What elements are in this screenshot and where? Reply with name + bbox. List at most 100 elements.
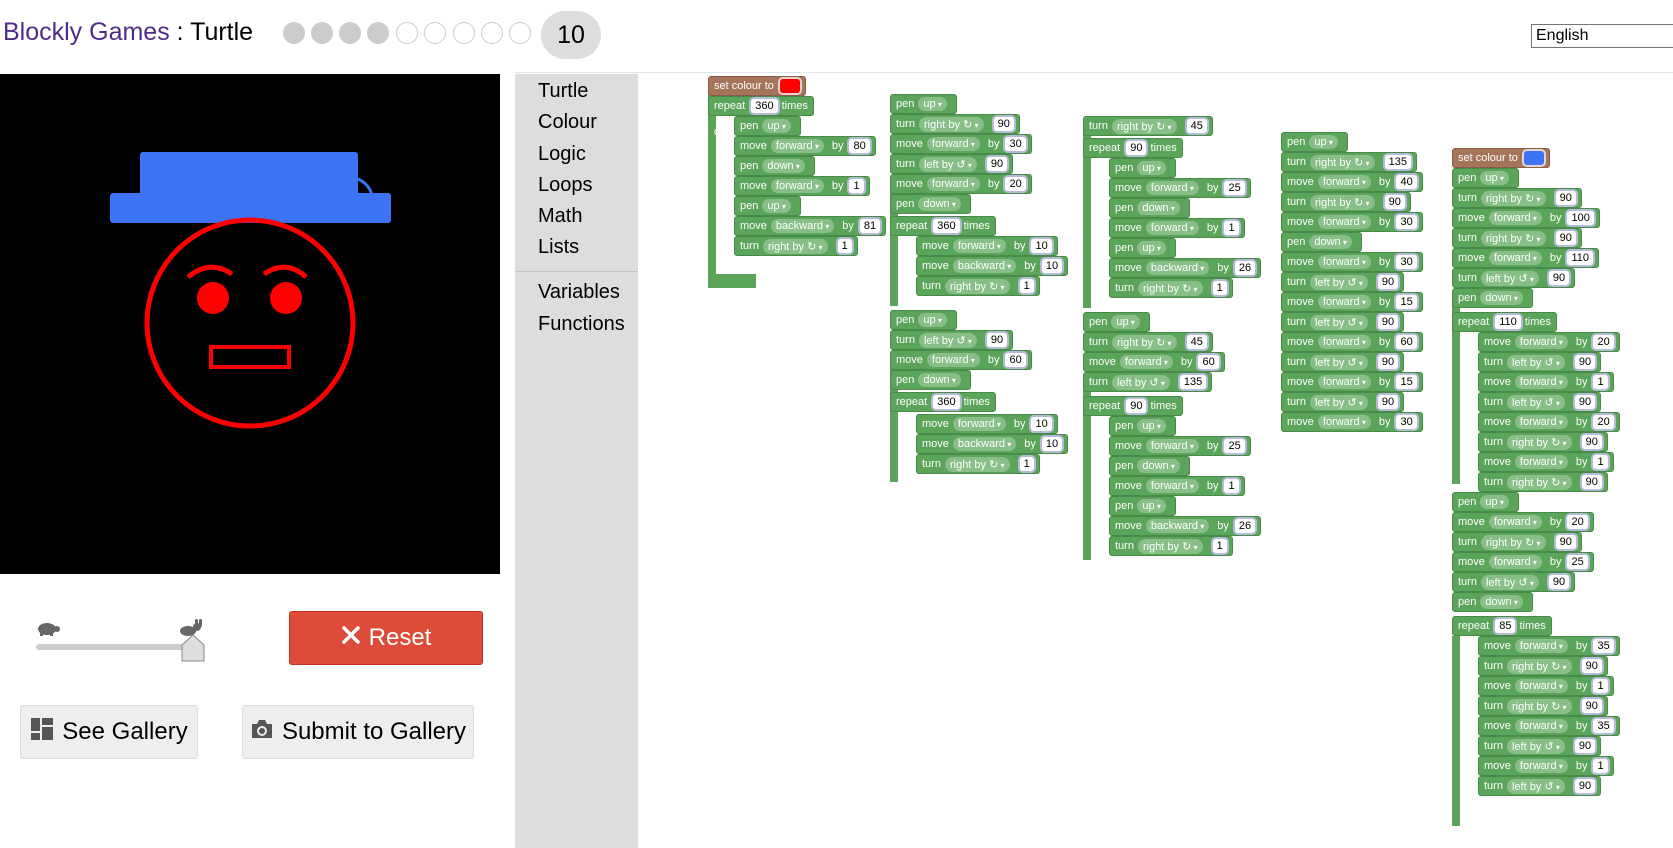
code-block[interactable]: moveforward by 35 xyxy=(1478,636,1620,656)
block-dropdown[interactable]: up xyxy=(1480,171,1509,185)
block-dropdown[interactable]: right by ↻ xyxy=(1506,434,1572,450)
code-block[interactable]: turnleft by ↺ 90 xyxy=(1281,352,1405,372)
block-dropdown[interactable]: forward xyxy=(1317,375,1371,389)
block-dropdown[interactable]: forward xyxy=(1488,515,1542,529)
block-dropdown[interactable]: right by ↻ xyxy=(1480,190,1546,206)
block-number-field[interactable]: 90 xyxy=(1548,271,1570,285)
code-block[interactable]: moveforward by 15 xyxy=(1281,292,1423,312)
block-dropdown[interactable]: left by ↺ xyxy=(1506,778,1565,794)
block-dropdown[interactable]: forward xyxy=(1514,455,1568,469)
code-block[interactable]: pen down xyxy=(890,370,971,390)
code-block[interactable]: pen down xyxy=(1452,592,1533,612)
toolbox-variables[interactable]: Variables xyxy=(538,281,620,304)
block-dropdown[interactable]: up xyxy=(918,97,947,111)
block-number-field[interactable]: 90 xyxy=(1581,435,1602,449)
code-block[interactable]: repeat 85 times xyxy=(1452,616,1552,636)
block-number-field[interactable]: 10 xyxy=(1031,239,1052,253)
code-block[interactable]: moveforward by 25 xyxy=(1109,178,1251,198)
block-number-field[interactable]: 10 xyxy=(1041,259,1063,273)
code-block[interactable]: moveforward by 1 xyxy=(1478,452,1614,472)
block-dropdown[interactable]: forward xyxy=(1488,555,1542,569)
code-block[interactable]: pen down xyxy=(890,194,971,214)
block-dropdown[interactable]: down xyxy=(1137,201,1180,215)
block-dropdown[interactable]: left by ↺ xyxy=(1506,394,1565,410)
block-number-field[interactable]: 80 xyxy=(849,139,870,153)
block-number-field[interactable]: 25 xyxy=(1567,555,1588,569)
block-dropdown[interactable]: left by ↺ xyxy=(918,332,977,348)
block-dropdown[interactable]: forward xyxy=(1514,719,1568,733)
block-number-field[interactable]: 1 xyxy=(1593,679,1608,693)
reset-button[interactable]: Reset xyxy=(289,611,483,665)
block-number-field[interactable]: 20 xyxy=(1005,177,1026,191)
block-dropdown[interactable]: forward xyxy=(1317,215,1371,229)
block-dropdown[interactable]: up xyxy=(762,119,791,133)
block-number-field[interactable]: 20 xyxy=(1593,335,1614,349)
block-number-field[interactable]: 1 xyxy=(1019,279,1034,293)
block-number-field[interactable]: 90 xyxy=(1384,195,1405,209)
code-block[interactable]: pen up xyxy=(1109,238,1176,258)
code-block[interactable]: movebackward by 26 xyxy=(1109,258,1262,278)
block-dropdown[interactable]: up xyxy=(1309,135,1338,149)
block-dropdown[interactable]: right by ↻ xyxy=(1506,474,1572,490)
code-block[interactable]: movebackward by 81 xyxy=(734,216,887,236)
block-number-field[interactable]: 90 xyxy=(1126,399,1147,413)
code-block[interactable]: turnright by ↻ 45 xyxy=(1083,332,1213,352)
code-block[interactable]: turnright by ↻ 90 xyxy=(1478,472,1608,492)
level-dot-1[interactable] xyxy=(283,22,305,44)
code-block[interactable]: pen down xyxy=(1109,198,1190,218)
block-number-field[interactable]: 15 xyxy=(1396,295,1417,309)
block-dropdown[interactable]: up xyxy=(762,199,791,213)
toolbox-loops[interactable]: Loops xyxy=(538,174,593,197)
code-block[interactable]: moveforward by 10 xyxy=(916,236,1058,256)
block-dropdown[interactable]: down xyxy=(1137,459,1180,473)
colour-swatch[interactable] xyxy=(779,79,800,93)
block-number-field[interactable]: 90 xyxy=(1377,275,1399,289)
block-dropdown[interactable]: up xyxy=(1137,419,1166,433)
block-number-field[interactable]: 1 xyxy=(1019,457,1034,471)
toolbox-lists[interactable]: Lists xyxy=(538,236,579,259)
level-dot-6[interactable] xyxy=(424,22,446,44)
block-number-field[interactable]: 360 xyxy=(751,99,778,113)
code-block[interactable]: turnleft by ↺ 135 xyxy=(1083,372,1213,392)
level-dot-9[interactable] xyxy=(509,22,531,44)
block-dropdown[interactable]: down xyxy=(762,159,805,173)
block-number-field[interactable]: 60 xyxy=(1198,355,1219,369)
block-dropdown[interactable]: forward xyxy=(1317,175,1371,189)
block-number-field[interactable]: 110 xyxy=(1567,251,1594,265)
block-dropdown[interactable]: forward xyxy=(926,137,980,151)
block-number-field[interactable]: 135 xyxy=(1179,375,1207,389)
code-block[interactable]: pen up xyxy=(890,310,957,330)
block-dropdown[interactable]: forward xyxy=(1514,679,1568,693)
code-block[interactable]: moveforward by 1 xyxy=(1478,756,1614,776)
block-dropdown[interactable]: forward xyxy=(1317,335,1371,349)
block-dropdown[interactable]: right by ↻ xyxy=(1506,658,1572,674)
block-dropdown[interactable]: right by ↻ xyxy=(1137,538,1203,554)
block-number-field[interactable]: 90 xyxy=(1377,355,1399,369)
toolbox-colour[interactable]: Colour xyxy=(538,111,597,134)
block-number-field[interactable]: 45 xyxy=(1186,335,1207,349)
toolbox-turtle[interactable]: Turtle xyxy=(538,80,588,103)
block-number-field[interactable]: 1 xyxy=(1593,455,1608,469)
code-block[interactable]: moveforward by 1 xyxy=(1109,476,1245,496)
block-dropdown[interactable]: forward xyxy=(1145,181,1199,195)
block-dropdown[interactable]: left by ↺ xyxy=(1506,738,1565,754)
block-dropdown[interactable]: forward xyxy=(1145,221,1199,235)
block-dropdown[interactable]: forward xyxy=(1514,375,1568,389)
block-number-field[interactable]: 1 xyxy=(1224,479,1239,493)
code-block[interactable]: pen down xyxy=(1281,232,1362,252)
block-number-field[interactable]: 90 xyxy=(1574,739,1596,753)
block-dropdown[interactable]: forward xyxy=(1317,255,1371,269)
block-number-field[interactable]: 100 xyxy=(1567,211,1594,225)
block-dropdown[interactable]: left by ↺ xyxy=(1111,374,1170,390)
block-dropdown[interactable]: down xyxy=(918,373,961,387)
code-block[interactable]: moveforward by 110 xyxy=(1452,248,1600,268)
code-block[interactable]: turnleft by ↺ 90 xyxy=(1281,312,1405,332)
block-number-field[interactable]: 25 xyxy=(1224,181,1245,195)
see-gallery-button[interactable]: See Gallery xyxy=(20,705,198,759)
block-dropdown[interactable]: down xyxy=(1480,595,1523,609)
block-dropdown[interactable]: forward xyxy=(1514,639,1568,653)
block-dropdown[interactable]: right by ↻ xyxy=(762,238,828,254)
code-block[interactable]: moveforward by 1 xyxy=(734,176,870,196)
block-number-field[interactable]: 60 xyxy=(1005,353,1026,367)
level-dot-4[interactable] xyxy=(367,22,389,44)
